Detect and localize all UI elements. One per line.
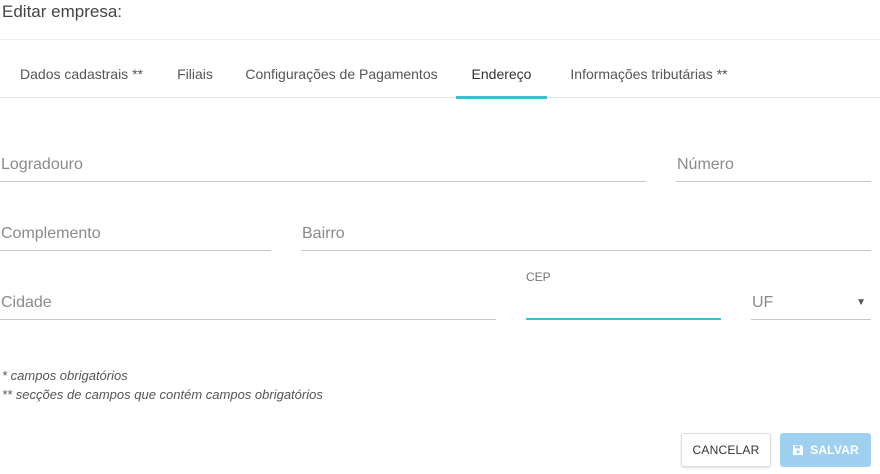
numero-input[interactable]: Número: [676, 150, 871, 182]
tab-filiais[interactable]: Filiais: [176, 52, 214, 98]
save-button-label: SALVAR: [810, 443, 859, 457]
logradouro-placeholder: Logradouro: [1, 156, 83, 173]
caret-down-icon: ▼: [856, 297, 866, 308]
page-title: Editar empresa:: [2, 2, 122, 21]
cidade-input[interactable]: Cidade: [0, 288, 496, 320]
cep-label: CEP: [526, 270, 551, 284]
bairro-placeholder: Bairro: [302, 225, 345, 242]
complemento-input[interactable]: Complemento: [0, 219, 271, 251]
edit-company-page: Editar empresa: Dados cadastrais ** Fili…: [0, 0, 880, 474]
tab-endereco[interactable]: Endereço: [456, 52, 547, 99]
cep-input[interactable]: [526, 288, 721, 320]
complemento-placeholder: Complemento: [1, 225, 101, 242]
cancel-button[interactable]: CANCELAR: [681, 433, 771, 467]
title-divider: [0, 39, 880, 40]
logradouro-input[interactable]: Logradouro: [0, 150, 646, 182]
uf-placeholder: UF: [752, 294, 774, 311]
tab-bar: Dados cadastrais ** Filiais Configuraçõe…: [0, 52, 880, 99]
floppy-disk-icon: [793, 445, 804, 455]
save-button[interactable]: SALVAR: [780, 433, 871, 467]
numero-placeholder: Número: [677, 156, 734, 173]
uf-select[interactable]: UF ▼: [751, 288, 871, 320]
tab-configuracoes-pagamentos[interactable]: Configurações de Pagamentos: [242, 52, 441, 98]
cancel-button-label: CANCELAR: [692, 443, 760, 457]
cidade-placeholder: Cidade: [1, 294, 52, 311]
tab-dados-cadastrais[interactable]: Dados cadastrais **: [16, 52, 147, 98]
required-sections-note: ** secções de campos que contém campos o…: [2, 387, 323, 402]
bairro-input[interactable]: Bairro: [301, 219, 871, 251]
required-fields-note: * campos obrigatórios: [2, 368, 128, 383]
tab-informacoes-tributarias[interactable]: Informações tributárias **: [562, 52, 736, 98]
